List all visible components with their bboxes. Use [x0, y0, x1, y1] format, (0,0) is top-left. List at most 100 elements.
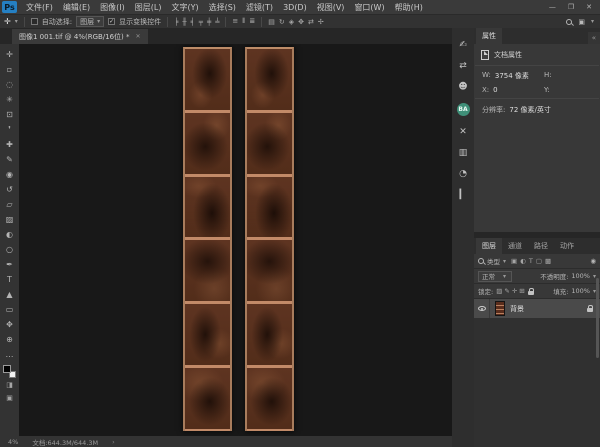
auto-select-dropdown[interactable]: 图层 ▾	[76, 16, 104, 27]
scale-3d-icon[interactable]: ✢	[318, 18, 324, 26]
close-tab-icon[interactable]: ✕	[136, 33, 141, 40]
maximize-button[interactable]: ❐	[568, 3, 574, 11]
distribute-horizontal-icon[interactable]: ⦀	[242, 17, 245, 26]
edit-toolbar-button[interactable]: …	[0, 347, 19, 362]
align-bottom-icon[interactable]: ╧	[215, 18, 219, 26]
eyedropper-tool[interactable]: ❜	[0, 122, 19, 137]
lasso-tool[interactable]: ◌	[0, 77, 19, 92]
dodge-tool[interactable]: ○	[0, 242, 19, 257]
width-value[interactable]: 3754 像素	[495, 71, 529, 81]
crop-tool[interactable]: ⊡	[0, 107, 19, 122]
menu-item[interactable]: 文字(Y)	[166, 2, 203, 13]
tab-layers[interactable]: 图层	[476, 238, 502, 254]
clone-stamp-tool[interactable]: ◉	[0, 167, 19, 182]
layer-thumbnail[interactable]	[495, 301, 505, 316]
panel-scrollbar[interactable]	[596, 278, 599, 358]
menu-item[interactable]: 视图(V)	[312, 2, 350, 13]
menu-item[interactable]: 窗口(W)	[349, 2, 389, 13]
align-left-icon[interactable]: ╞	[174, 18, 178, 26]
lock-all-icon[interactable]	[528, 291, 534, 295]
filter-type-icon[interactable]: T	[529, 257, 533, 265]
status-options-chevron-icon[interactable]: ›	[112, 438, 115, 446]
show-transform-checkbox[interactable]: ✓	[108, 18, 115, 25]
align-right-icon[interactable]: ╡	[191, 18, 195, 26]
tool-preset-caret-icon[interactable]: ▾	[15, 18, 18, 25]
menu-item[interactable]: 帮助(H)	[390, 2, 428, 13]
shape-tool[interactable]: ▭	[0, 302, 19, 317]
menu-item[interactable]: 3D(D)	[278, 3, 312, 12]
auto-align-icon[interactable]: ▤	[268, 18, 275, 26]
auto-select-checkbox[interactable]	[31, 18, 38, 25]
foreground-color-swatch[interactable]	[3, 365, 11, 373]
type-tool[interactable]: T	[0, 272, 19, 287]
zoom-level-field[interactable]: 4%	[8, 438, 18, 446]
minimize-button[interactable]: —	[549, 3, 556, 11]
quick-selection-tool[interactable]: ✳	[0, 92, 19, 107]
orbit-3d-icon[interactable]: ◈	[289, 18, 294, 26]
filter-shape-icon[interactable]: ▢	[536, 257, 542, 265]
layer-row-background[interactable]: 背景	[474, 299, 600, 318]
slide-3d-icon[interactable]: ⇄	[308, 18, 314, 26]
healing-brush-tool[interactable]: ✚	[0, 137, 19, 152]
collapse-panels-icon[interactable]: «	[588, 32, 600, 44]
blend-mode-dropdown[interactable]: 正常 ▾	[478, 271, 512, 282]
workspace-switcher-icon[interactable]: ▣	[578, 18, 585, 26]
divider-handle-icon[interactable]: ▎	[460, 190, 467, 200]
color-swatches[interactable]	[3, 365, 16, 378]
lock-artboard-icon[interactable]: ⊞	[519, 287, 524, 295]
canvas[interactable]	[19, 44, 452, 436]
lock-transparency-icon[interactable]: ▨	[496, 287, 502, 295]
pan-3d-icon[interactable]: ✥	[298, 18, 304, 26]
filter-type-label[interactable]: 类型	[487, 256, 500, 266]
retouch-panel-icon[interactable]: ✍	[459, 40, 467, 50]
tab-properties[interactable]: 属性	[476, 28, 502, 44]
fill-value[interactable]: 100%	[571, 287, 590, 295]
menu-item[interactable]: 图层(L)	[130, 2, 167, 13]
stats-panel-icon[interactable]: ▥	[459, 148, 468, 158]
align-top-icon[interactable]: ╤	[199, 18, 203, 26]
lock-position-icon[interactable]: ✛	[512, 287, 517, 295]
brush-tool[interactable]: ✎	[0, 152, 19, 167]
close-panel-icon[interactable]: ✕	[459, 127, 467, 137]
move-tool[interactable]: ✛	[0, 47, 19, 62]
rotate-3d-icon[interactable]: ↻	[279, 18, 285, 26]
menu-item[interactable]: 图像(I)	[95, 2, 130, 13]
filter-smart-object-icon[interactable]: ▩	[545, 257, 551, 265]
search-icon[interactable]	[566, 19, 572, 25]
distribute-vertical-icon[interactable]: ≡	[232, 17, 238, 26]
hand-tool[interactable]: ✥	[0, 317, 19, 332]
filter-switch-icon[interactable]: ◉	[590, 257, 596, 265]
portrait-panel-icon[interactable]: ☻	[458, 82, 467, 92]
menu-item[interactable]: 编辑(E)	[58, 2, 95, 13]
filter-pixel-icon[interactable]: ▣	[511, 257, 517, 265]
tab-actions[interactable]: 动作	[554, 238, 580, 254]
marquee-tool[interactable]: ▫	[0, 62, 19, 77]
close-button[interactable]: ✕	[586, 3, 592, 11]
transfer-panel-icon[interactable]: ⇄	[459, 61, 467, 71]
history-brush-tool[interactable]: ↺	[0, 182, 19, 197]
opacity-value[interactable]: 100%	[571, 272, 590, 280]
visibility-cell[interactable]	[474, 299, 490, 318]
gradient-tool[interactable]: ▨	[0, 212, 19, 227]
screen-mode-button[interactable]: ▣	[6, 391, 13, 404]
zoom-tool[interactable]: ⊕	[0, 332, 19, 347]
align-center-h-icon[interactable]: ╫	[182, 18, 186, 26]
distribute-spacing-icon[interactable]: ≣	[249, 17, 255, 26]
menu-item[interactable]: 文件(F)	[21, 2, 58, 13]
document-tab[interactable]: 图像1 001.tif @ 4%(RGB/16位) * ✕	[12, 29, 148, 44]
path-selection-tool[interactable]: ▲	[0, 287, 19, 302]
filter-adjustment-icon[interactable]: ◐	[520, 257, 526, 265]
tab-channels[interactable]: 通道	[502, 238, 528, 254]
eraser-tool[interactable]: ▱	[0, 197, 19, 212]
menu-item[interactable]: 选择(S)	[204, 2, 241, 13]
lock-pixels-icon[interactable]: ✎	[504, 287, 509, 295]
pen-tool[interactable]: ✒	[0, 257, 19, 272]
align-middle-icon[interactable]: ╪	[207, 18, 211, 26]
x-value[interactable]: 0	[493, 86, 497, 94]
history-panel-icon[interactable]: ◔	[459, 169, 467, 179]
ba-extension-badge[interactable]: BA	[457, 103, 470, 116]
quick-mask-button[interactable]: ◨	[6, 378, 13, 391]
menu-item[interactable]: 滤镜(T)	[241, 2, 278, 13]
tab-paths[interactable]: 路径	[528, 238, 554, 254]
layers-empty-area[interactable]	[474, 318, 600, 447]
